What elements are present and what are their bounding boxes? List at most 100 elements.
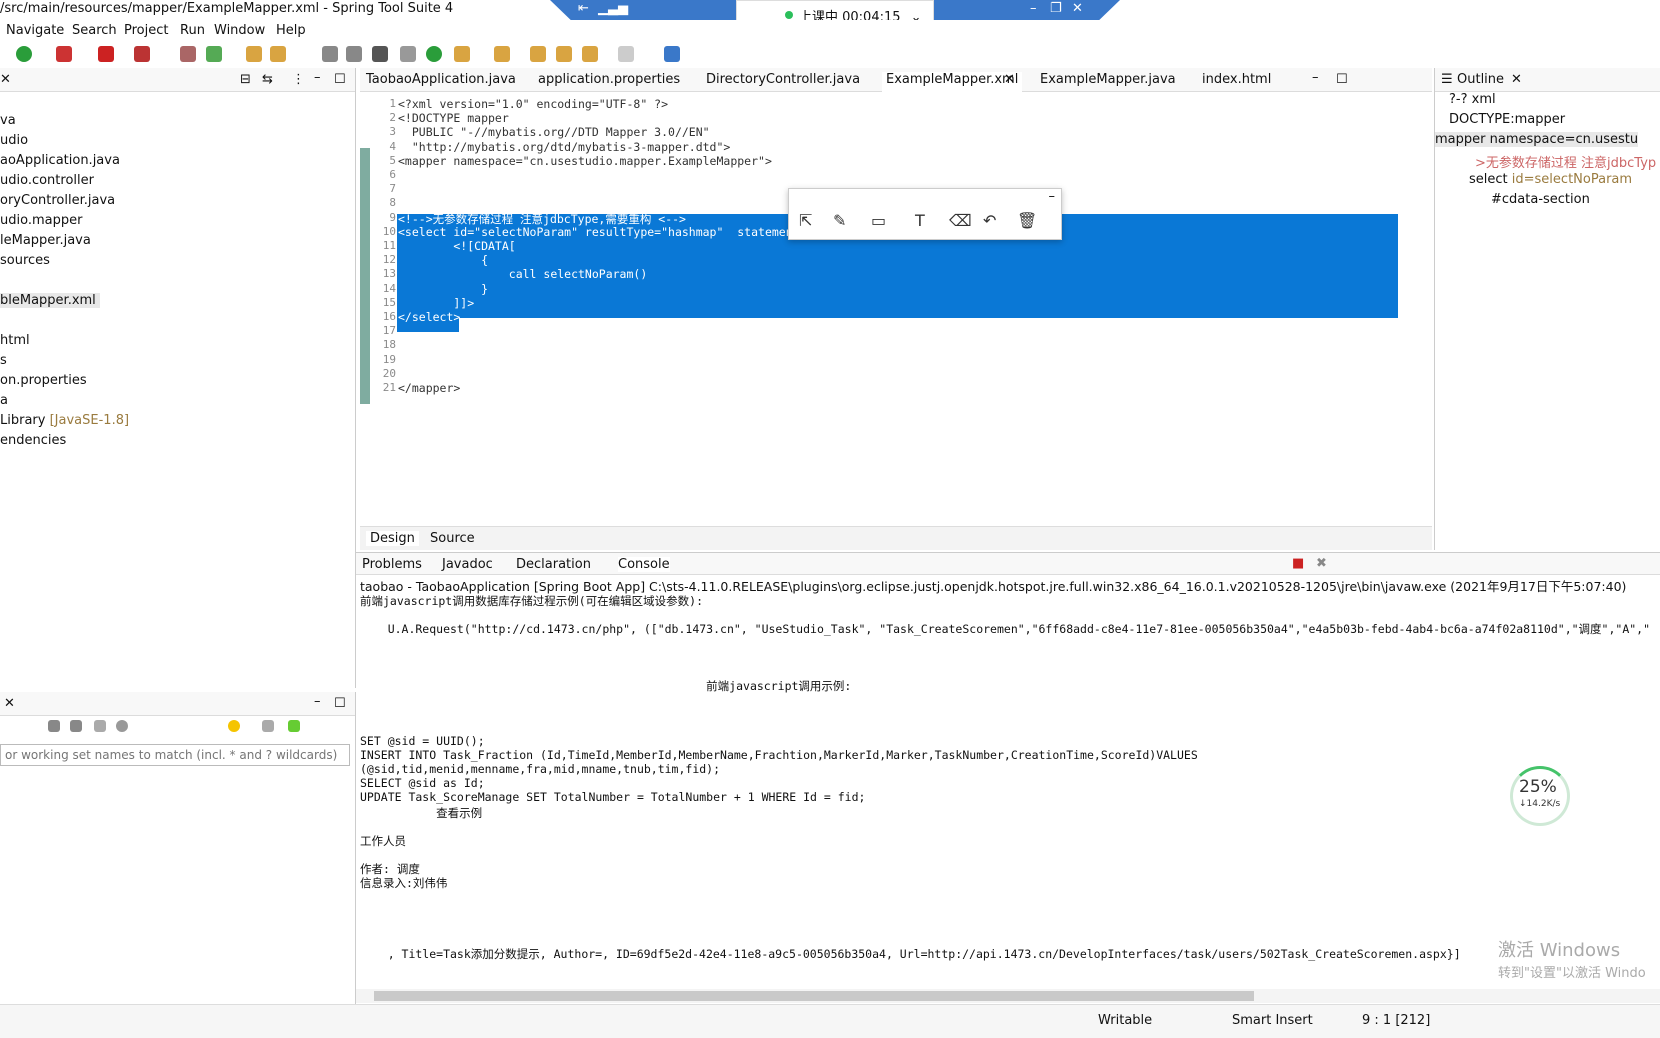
menu-project[interactable]: Project [124,23,168,38]
terminate-icon[interactable] [134,46,150,62]
filter-icon[interactable] [262,720,274,732]
tree-item[interactable]: aoApplication.java [0,153,120,168]
trash-icon[interactable]: 🗑 [1017,211,1037,230]
tab-example-mapper-xml[interactable]: ExampleMapper.xml [882,72,1023,92]
eraser-icon[interactable]: ⌫ [949,211,972,230]
pen-icon[interactable] [270,46,286,62]
scrollbar-thumb[interactable] [374,991,1254,1001]
lightbulb-icon[interactable] [228,720,240,732]
menu-navigate[interactable]: Navigate [6,23,64,38]
link-editor-icon[interactable]: ⇆ [262,72,273,87]
last-edit-icon[interactable] [530,46,546,62]
back-icon[interactable] [582,46,598,62]
tree-item[interactable]: va [0,113,16,128]
format-icon[interactable] [322,46,338,62]
prev-annotation-icon[interactable] [494,46,510,62]
tree-item[interactable]: s [0,353,7,368]
next-annotation-icon[interactable] [454,46,470,62]
schedule-icon[interactable] [116,720,128,732]
tab-console[interactable]: Console [618,557,670,572]
tab-source[interactable]: Source [430,531,475,546]
task-icon[interactable] [70,720,82,732]
minimize-icon[interactable]: – [1312,70,1319,90]
tab-design[interactable]: Design [366,531,419,546]
debug-icon[interactable] [56,46,72,62]
tab-index-html[interactable]: index.html [1202,72,1271,92]
menu-help[interactable]: Help [276,23,306,38]
console-output[interactable]: 前端javascript调用数据库存储过程示例(可在编辑区域设参数): U.A.… [356,593,1660,989]
stop-icon[interactable] [98,46,114,62]
tab-javadoc[interactable]: Javadoc [442,557,493,572]
perspective-icon[interactable] [664,46,680,62]
rectangle-icon[interactable]: ▭ [871,211,886,230]
filter-input[interactable] [0,744,350,766]
tree-item-selected[interactable]: bleMapper.xml [0,293,100,308]
close-icon[interactable]: ✕ [1072,1,1083,16]
tab-directory-controller[interactable]: DirectoryController.java [706,72,860,92]
run-icon[interactable] [16,46,32,62]
tree-item[interactable]: udio [0,133,28,148]
terminate-icon[interactable]: ■ [1292,556,1304,571]
tree-item[interactable]: endencies [0,433,66,448]
pen-icon[interactable]: ✎ [833,211,846,230]
stop-icon[interactable] [94,720,106,732]
tab-example-mapper-java[interactable]: ExampleMapper.java [1040,72,1176,92]
new-task-icon[interactable] [48,720,60,732]
remove-launch-icon[interactable]: ✖ [1316,556,1327,571]
outline-item-xml[interactable]: ?-? xml [1449,92,1496,107]
minimize-icon[interactable]: – [1049,189,1056,204]
package-icon[interactable] [180,46,196,62]
outline-item-comment[interactable]: >无参数存储过程 注意jdbcTyp [1475,152,1656,171]
close-tab-icon[interactable]: ✕ [1004,72,1015,92]
close-icon[interactable]: ✕ [1511,72,1522,87]
tree-item[interactable]: oryController.java [0,193,115,208]
menu-search[interactable]: Search [72,23,117,38]
pointer-icon[interactable]: ⇱ [799,211,812,230]
tab-declaration[interactable]: Declaration [516,557,591,572]
undo-icon[interactable]: ↶ [983,211,996,230]
collapse-all-icon[interactable]: ⊟ [240,72,251,87]
tree-item[interactable]: sources [0,253,50,268]
maximize-icon[interactable]: ☐ [1336,72,1348,92]
tab-taobao-application[interactable]: TaobaoApplication.java [366,72,516,92]
text-icon[interactable]: T [915,211,925,230]
minimize-icon[interactable]: – [1030,1,1037,16]
tab-application-properties[interactable]: application.properties [538,72,680,92]
minimize-icon[interactable]: – [314,70,321,85]
restore-icon[interactable]: ❐ [1050,1,1062,16]
console-icon[interactable] [372,46,388,62]
tree-item[interactable]: on.properties [0,373,87,388]
view-menu-icon[interactable]: ⋮ [292,72,305,87]
outline-item-doctype[interactable]: DOCTYPE:mapper [1449,112,1565,127]
close-icon[interactable]: ✕ [0,72,11,87]
tree-item[interactable]: leMapper.java [0,233,91,248]
open-folder-icon[interactable] [246,46,262,62]
tree-item-jre[interactable]: Library [JavaSE-1.8] [0,413,129,428]
maximize-icon[interactable]: ☐ [334,696,346,711]
forward-edit-icon[interactable] [556,46,572,62]
menu-window[interactable]: Window [214,23,265,38]
outline-item-mapper[interactable]: mapper namespace=cn.usestu [1435,132,1639,147]
tree-item[interactable]: html [0,333,30,348]
code-area[interactable]: <?xml version="1.0" encoding="UTF-8" ?> <… [360,94,1432,524]
minimize-icon[interactable]: – [314,694,321,709]
status-writable: Writable [1098,1013,1153,1028]
tab-problems[interactable]: Problems [362,557,422,572]
spring-boot-icon[interactable] [426,46,442,62]
forward-icon[interactable] [618,46,634,62]
tree-item[interactable]: udio.controller [0,173,94,188]
close-icon[interactable]: ✕ [4,696,15,711]
tree-item[interactable]: udio.mapper [0,213,82,228]
outline-item-select[interactable]: select id=selectNoParam [1469,172,1632,187]
refresh-icon[interactable] [206,46,222,62]
document-icon[interactable] [346,46,362,62]
pin-icon[interactable]: ⇤ [578,1,589,16]
horizontal-scrollbar[interactable] [356,989,1660,1003]
add-icon[interactable] [288,720,300,732]
menu-run[interactable]: Run [180,23,205,38]
maximize-icon[interactable]: ☐ [334,72,346,87]
tree-item[interactable]: a [0,393,8,408]
skip-icon[interactable] [400,46,416,62]
outline-title[interactable]: Outline [1457,72,1504,87]
outline-item-cdata[interactable]: #cdata-section [1491,192,1590,207]
